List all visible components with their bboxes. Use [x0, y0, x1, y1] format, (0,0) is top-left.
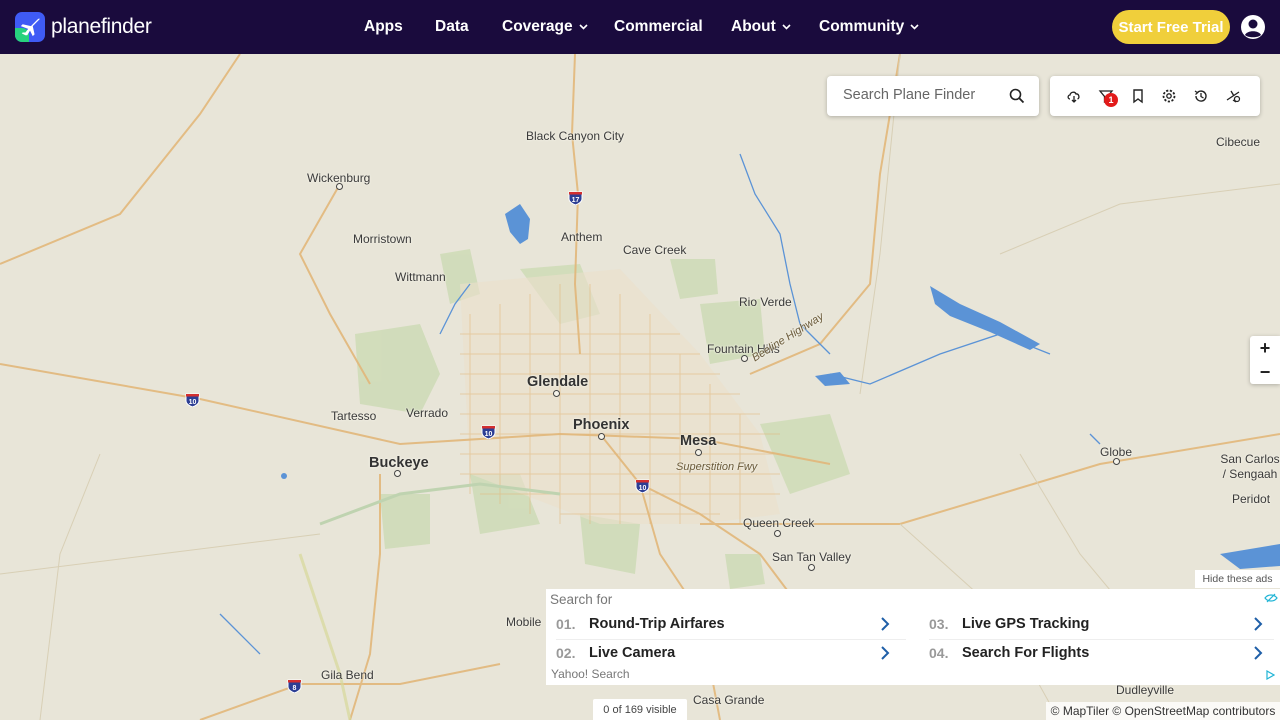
visible-aircraft-count: 0 of 169 visible — [593, 699, 687, 720]
chevron-right-icon — [881, 646, 890, 660]
place-label: Anthem — [561, 230, 603, 244]
search-icon[interactable] — [1009, 88, 1025, 104]
interstate-shield-icon: 10 — [481, 425, 496, 439]
planefinder-logo[interactable]: planefinder — [15, 12, 152, 42]
ad-link-search-for-flights[interactable]: 04. Search For Flights — [929, 640, 1269, 666]
place-label: Morristown — [353, 232, 412, 246]
playback-icon[interactable] — [1225, 88, 1241, 104]
ad-link-round-trip-airfares[interactable]: 01. Round-Trip Airfares — [556, 611, 896, 637]
brand-name: planefinder — [51, 15, 152, 38]
nav-about[interactable]: About — [731, 18, 791, 36]
zoom-control: + − — [1250, 336, 1280, 384]
town-marker — [336, 183, 343, 190]
ad-provider: Yahoo! Search — [551, 667, 630, 681]
town-marker — [1113, 458, 1120, 465]
place-label: Mesa — [680, 433, 717, 449]
ad-link-live-gps-tracking[interactable]: 03. Live GPS Tracking — [929, 611, 1269, 637]
chevron-down-icon — [782, 24, 791, 30]
ad-link-live-camera[interactable]: 02. Live Camera — [556, 640, 896, 666]
place-label: Cave Creek — [623, 243, 687, 257]
search-box — [827, 76, 1039, 116]
svg-text:8: 8 — [293, 685, 297, 692]
map-attribution[interactable]: © MapTiler © OpenStreetMap contributors — [1046, 702, 1280, 720]
svg-text:10: 10 — [189, 399, 197, 406]
place-label: Peridot — [1232, 492, 1271, 506]
town-marker — [741, 355, 748, 362]
zoom-out-button[interactable]: − — [1250, 360, 1280, 384]
place-label: San Tan Valley — [772, 550, 851, 564]
settings-icon[interactable] — [1161, 88, 1177, 104]
interstate-shield-icon: 17 — [568, 191, 583, 205]
chevron-right-icon — [1254, 646, 1263, 660]
ad-info-icon[interactable] — [1265, 670, 1275, 680]
chevron-down-icon — [910, 24, 919, 30]
svg-text:10: 10 — [485, 431, 493, 438]
place-label: San Carlos / Sengaah — [1220, 452, 1280, 481]
top-navigation-bar: planefinder Apps Data Coverage Commercia… — [0, 0, 1280, 54]
plane-logo-icon — [15, 12, 45, 42]
weather-icon[interactable] — [1066, 88, 1082, 104]
zoom-in-button[interactable]: + — [1250, 336, 1280, 360]
place-label: Buckeye — [369, 455, 429, 471]
place-label: Phoenix — [573, 417, 630, 433]
city-marker — [598, 433, 605, 440]
bookmark-icon[interactable] — [1130, 88, 1146, 104]
user-account-icon[interactable] — [1240, 14, 1266, 40]
nav-data[interactable]: Data — [435, 18, 469, 36]
svg-text:17: 17 — [572, 197, 580, 204]
ad-panel: Search for 01. Round-Trip Airfares 02. L… — [546, 589, 1280, 685]
history-icon[interactable] — [1193, 88, 1209, 104]
chevron-right-icon — [1254, 617, 1263, 631]
place-label: Verrado — [406, 406, 449, 420]
place-label: Queen Creek — [743, 516, 815, 530]
interstate-shield-icon: 10 — [635, 479, 650, 493]
interstate-shield-icon: 10 — [185, 393, 200, 407]
svg-text:10: 10 — [639, 485, 647, 492]
adchoices-icon[interactable] — [1264, 593, 1278, 603]
city-marker — [695, 449, 702, 456]
place-label: Globe — [1100, 445, 1133, 459]
interstate-shield-icon: 8 — [287, 679, 302, 693]
chevron-right-icon — [881, 617, 890, 631]
chevron-down-icon — [579, 24, 588, 30]
map-toolbar — [1050, 76, 1260, 116]
place-label: Wittmann — [395, 270, 446, 284]
nav-community[interactable]: Community — [819, 18, 919, 36]
nav-coverage[interactable]: Coverage — [502, 18, 588, 36]
hide-ads-button[interactable]: Hide these ads — [1195, 570, 1280, 588]
search-input[interactable] — [841, 86, 1005, 104]
filter-count-badge: 1 — [1104, 93, 1118, 107]
start-free-trial-button[interactable]: Start Free Trial — [1112, 10, 1230, 44]
place-label: Tartesso — [331, 409, 377, 423]
town-marker — [808, 564, 815, 571]
nav-apps[interactable]: Apps — [364, 18, 403, 36]
place-label: Black Canyon City — [526, 129, 625, 143]
place-label: Dudleyville — [1116, 683, 1175, 697]
town-marker — [774, 530, 781, 537]
place-label: Cibecue — [1216, 135, 1261, 149]
ad-header: Search for — [550, 592, 613, 607]
place-label: Casa Grande — [693, 693, 765, 707]
place-label: Rio Verde — [739, 295, 792, 309]
place-label: Gila Bend — [321, 668, 374, 682]
city-marker — [553, 390, 560, 397]
city-marker — [394, 470, 401, 477]
road-label: Superstition Fwy — [676, 461, 758, 473]
place-label: Glendale — [527, 374, 589, 390]
nav-commercial[interactable]: Commercial — [614, 18, 703, 36]
place-label: Mobile — [506, 615, 542, 629]
